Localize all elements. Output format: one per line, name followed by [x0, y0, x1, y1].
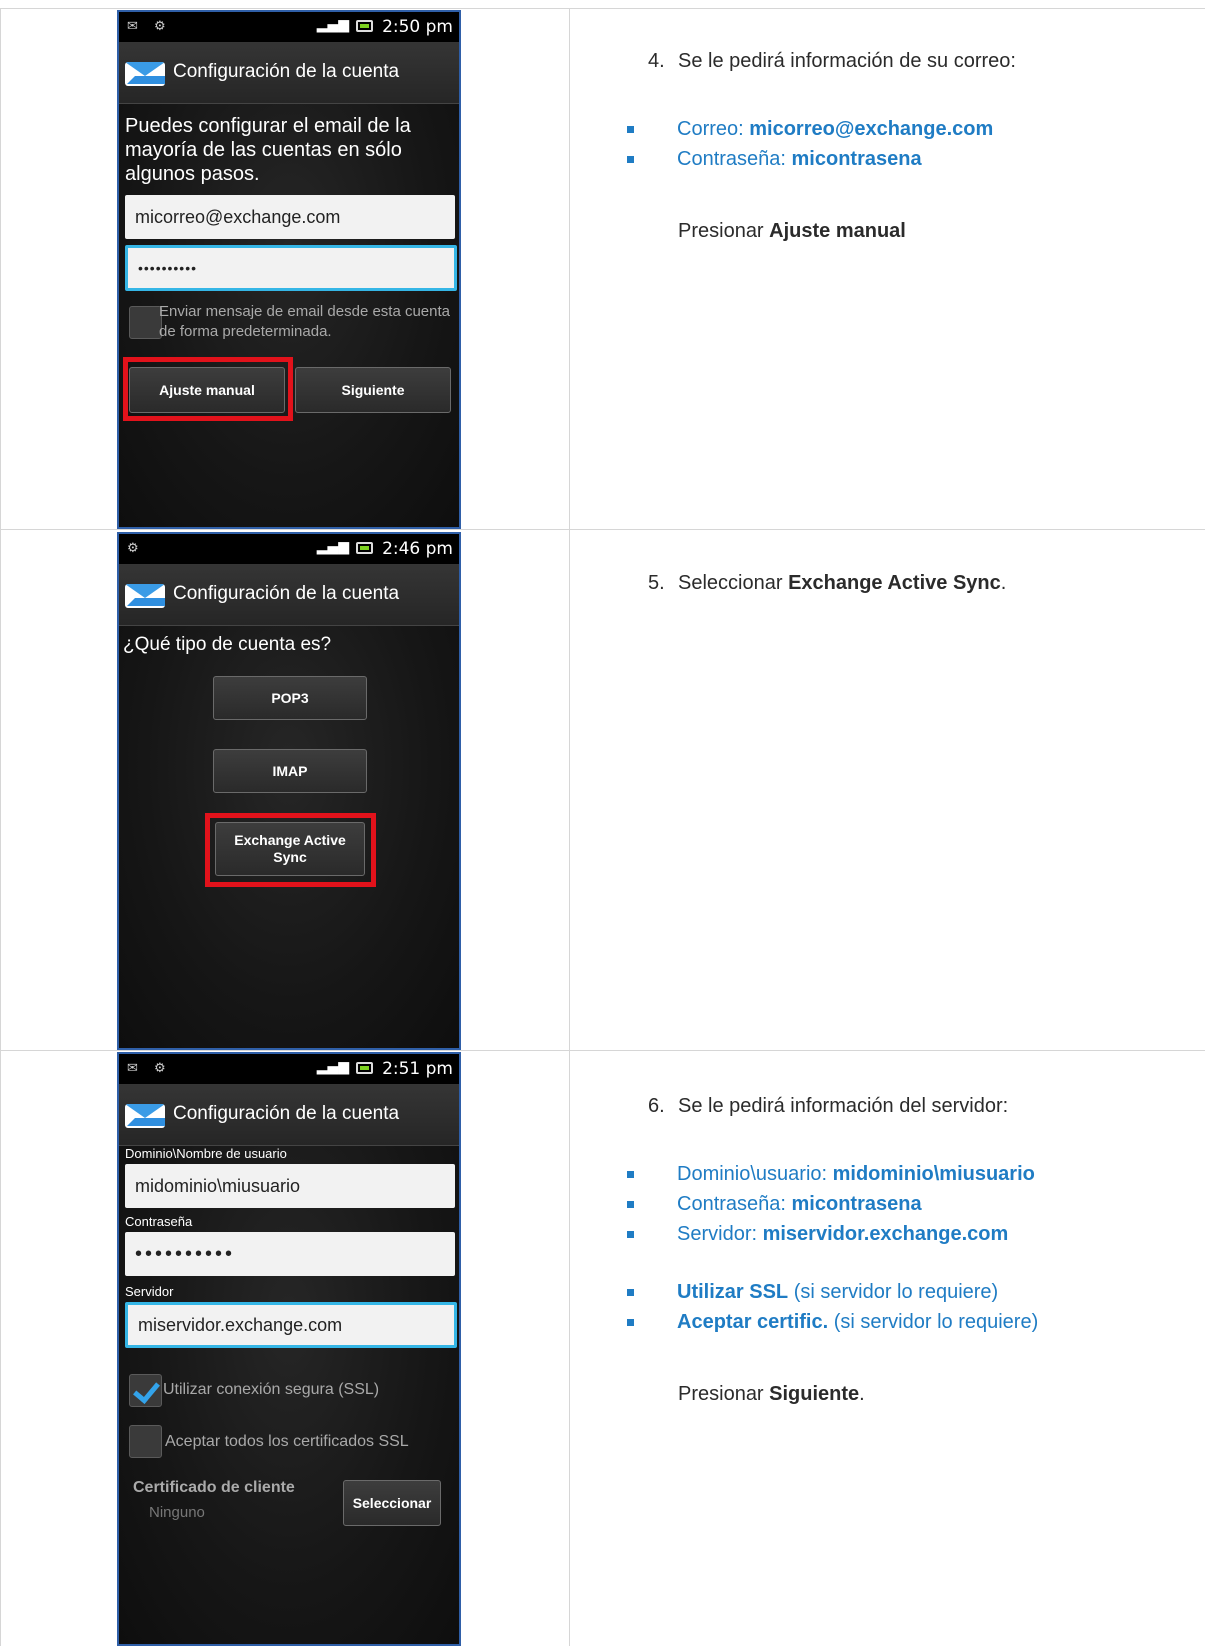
imap-button[interactable]: IMAP — [213, 749, 367, 793]
notification-icons: ⚙ — [127, 541, 145, 556]
notification-icons: ✉ ⚙ — [127, 19, 172, 34]
step-text: Se le pedirá información de su correo: — [678, 50, 1016, 72]
bullet-label: Servidor: — [677, 1223, 763, 1245]
intro-text: Puedes configurar el email de la mayoría… — [125, 115, 411, 185]
bullet-label: Contraseña: — [677, 1193, 792, 1215]
next-button[interactable]: Siguiente — [295, 367, 451, 413]
press-prefix: Presionar — [678, 1383, 770, 1405]
password-label: Contraseña — [125, 1214, 193, 1229]
phone-screen-server-settings: ✉ ⚙ ▂▄▆ 2:51 pm Configuración de la cuen… — [117, 1052, 461, 1646]
server-label: Servidor — [125, 1284, 174, 1299]
press-prefix: Presionar — [678, 220, 770, 242]
bullet-label: Contraseña: — [677, 148, 792, 170]
status-time: 2:51 pm — [382, 1059, 453, 1079]
status-time: 2:46 pm — [382, 539, 453, 559]
table-row-divider — [0, 1050, 1205, 1051]
signal-icon: ▂▄▆ — [316, 539, 349, 555]
screen-title: Configuración de la cuenta — [173, 1103, 400, 1124]
password-field[interactable]: •••••••••• — [125, 245, 457, 291]
bullet-suffix: (si servidor lo requiere) — [828, 1311, 1039, 1333]
bullet-value: miservidor.exchange.com — [762, 1223, 1009, 1245]
client-cert-label: Certificado de cliente — [133, 1479, 295, 1496]
step-6-instruction: 6. Se le pedirá información del servidor… — [648, 1095, 1009, 1118]
table-left-border — [0, 8, 1, 1646]
step-text-prefix: Seleccionar — [678, 572, 789, 594]
ssl-label: Utilizar conexión segura (SSL) — [163, 1381, 380, 1398]
bullet-value: micontrasena — [791, 1193, 922, 1215]
press-instruction: Presionar Siguiente. — [678, 1383, 865, 1406]
highlight-box — [205, 813, 376, 887]
press-instruction: Presionar Ajuste manual — [678, 220, 906, 243]
pop3-button[interactable]: POP3 — [213, 676, 367, 720]
title-bar: Configuración de la cuenta — [119, 42, 459, 104]
table-top-border — [0, 8, 1205, 9]
bullet-value: micorreo@exchange.com — [749, 118, 994, 140]
bullet-value: Aceptar certific. — [677, 1311, 829, 1333]
bullet-suffix: (si servidor lo requiere) — [788, 1281, 999, 1303]
notification-icons: ✉ ⚙ — [127, 1061, 172, 1076]
server-field[interactable]: miservidor.exchange.com — [125, 1302, 457, 1348]
screen-title: Configuración de la cuenta — [173, 583, 400, 604]
screen-title: Configuración de la cuenta — [173, 61, 400, 82]
title-bar: Configuración de la cuenta — [119, 564, 459, 626]
press-target: Siguiente — [769, 1383, 860, 1405]
battery-icon — [356, 20, 373, 32]
status-time: 2:50 pm — [382, 17, 453, 37]
default-account-label: Enviar mensaje de email desde esta cuent… — [159, 303, 451, 340]
bullet-value: Utilizar SSL — [677, 1281, 789, 1303]
client-cert-value: Ninguno — [149, 1504, 205, 1521]
username-field[interactable]: midominio\miusuario — [125, 1164, 455, 1208]
envelope-icon — [125, 62, 165, 86]
default-account-checkbox[interactable] — [129, 306, 162, 339]
email-field[interactable]: micorreo@exchange.com — [125, 195, 455, 239]
ssl-checkbox[interactable] — [129, 1374, 162, 1407]
account-type-question: ¿Qué tipo de cuenta es? — [123, 634, 332, 655]
battery-icon — [356, 542, 373, 554]
step-text: Se le pedirá información del servidor: — [678, 1095, 1009, 1117]
username-label: Dominio\Nombre de usuario — [125, 1146, 287, 1161]
signal-icon: ▂▄▆ — [316, 1059, 349, 1075]
status-bar: ⚙ ▂▄▆ 2:46 pm — [119, 534, 459, 564]
bullet-label: Correo: — [677, 118, 750, 140]
step-5-instruction: 5. Seleccionar Exchange Active Sync. — [648, 572, 1007, 595]
status-bar: ✉ ⚙ ▂▄▆ 2:50 pm — [119, 12, 459, 42]
highlight-box — [123, 357, 293, 421]
signal-icon: ▂▄▆ — [316, 17, 349, 33]
status-bar: ✉ ⚙ ▂▄▆ 2:51 pm — [119, 1054, 459, 1084]
step-4-instruction: 4. Se le pedirá información de su correo… — [648, 50, 1016, 73]
step-text-bold: Exchange Active Sync — [788, 572, 1001, 594]
battery-icon — [356, 1062, 373, 1074]
password-field[interactable]: •••••••••• — [125, 1232, 455, 1276]
press-target: Ajuste manual — [769, 220, 906, 242]
step-number: 4. — [648, 50, 665, 72]
step-text-suffix: . — [1000, 572, 1007, 594]
bullet-value: micontrasena — [791, 148, 922, 170]
title-bar: Configuración de la cuenta — [119, 1084, 459, 1146]
phone-screen-email-setup: ✉ ⚙ ▂▄▆ 2:50 pm Configuración de la cuen… — [117, 10, 461, 529]
envelope-icon — [125, 584, 165, 608]
step-number: 6. — [648, 1095, 665, 1117]
select-certificate-button[interactable]: Seleccionar — [343, 1480, 441, 1526]
accept-certs-checkbox[interactable] — [129, 1425, 162, 1458]
envelope-icon — [125, 1104, 165, 1128]
phone-screen-account-type: ⚙ ▂▄▆ 2:46 pm Configuración de la cuenta… — [117, 532, 461, 1050]
table-row-divider — [0, 529, 1205, 530]
bullet-label: Dominio\usuario: — [677, 1163, 833, 1185]
bullet-value: midominio\miusuario — [832, 1163, 1035, 1185]
accept-certs-label: Aceptar todos los certificados SSL — [165, 1433, 409, 1450]
step-number: 5. — [648, 572, 665, 594]
table-column-divider — [569, 8, 570, 1646]
press-suffix: . — [859, 1383, 865, 1405]
